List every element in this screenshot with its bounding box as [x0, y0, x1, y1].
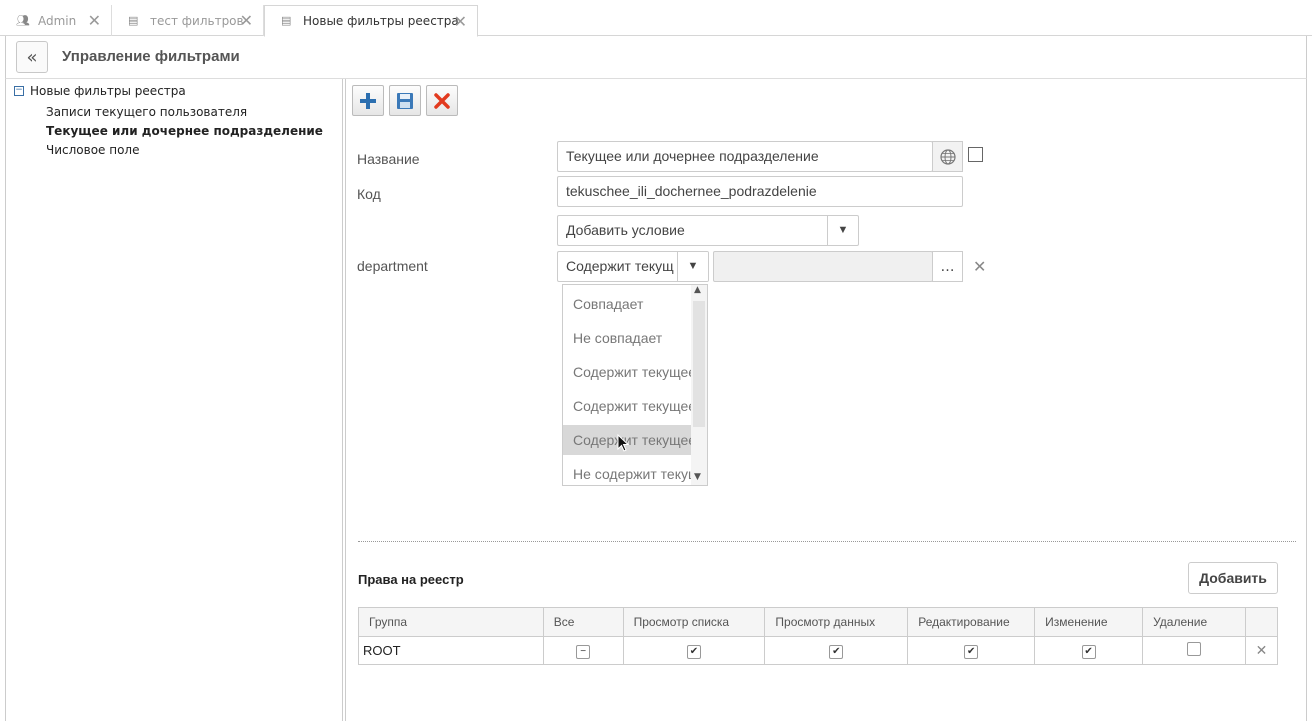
checked-checkbox[interactable]: ✔ [829, 644, 844, 659]
condition-operator-select[interactable]: Содержит текущ ▼ [557, 251, 709, 282]
dropdown-scrollbar[interactable]: ▲ ▼ [691, 285, 707, 485]
delete-button[interactable] [426, 85, 458, 116]
localization-button[interactable] [932, 141, 963, 172]
checked-checkbox[interactable]: ✔ [1081, 644, 1096, 659]
edit-cell: ✔ [907, 636, 1036, 665]
column-header-empty [1245, 607, 1278, 637]
tab-label: Новые фильтры реестра [303, 14, 459, 28]
add-condition-value: Добавить условие [566, 222, 685, 238]
tree-root[interactable]: − Новые фильтры реестра [14, 84, 186, 98]
condition-operator-value: Содержит текущ [566, 258, 674, 274]
filter-editor-panel: Название Текущее или дочернее подразделе… [345, 79, 1307, 721]
operator-dropdown: Совпадает Не совпадает Содержит текущее … [562, 284, 708, 486]
remove-row-icon[interactable]: ✕ [1256, 642, 1268, 658]
document-icon: ▤ [128, 13, 139, 27]
code-input[interactable]: tekuschee_ili_dochernee_podrazdelenie [557, 176, 963, 207]
name-checkbox[interactable] [968, 147, 983, 162]
unchecked-checkbox[interactable] [1187, 642, 1202, 656]
collapse-toggle-icon[interactable]: − [14, 86, 24, 96]
list-cell: ✔ [622, 636, 766, 665]
delete-cell [1142, 636, 1246, 665]
double-chevron-left-icon: « [26, 46, 38, 68]
tree-root-label: Новые фильтры реестра [30, 84, 186, 98]
tab-label: тест фильтров [150, 13, 244, 28]
scrollbar-thumb[interactable] [693, 301, 705, 427]
close-icon[interactable]: ✕ [240, 11, 253, 30]
checked-checkbox[interactable]: ✔ [964, 644, 979, 659]
name-input[interactable]: Текущее или дочернее подразделение [557, 141, 933, 172]
add-filter-button[interactable] [352, 85, 384, 116]
dropdown-option[interactable]: Не совпадает [563, 323, 693, 353]
data-cell: ✔ [764, 636, 909, 665]
filter-tree-panel: − Новые фильтры реестра Записи текущего … [5, 79, 343, 721]
column-header[interactable]: Изменение [1034, 607, 1144, 637]
scroll-down-icon[interactable]: ▼ [694, 472, 701, 482]
tab-admin[interactable]: 👥︎ Admin ✕ [0, 5, 112, 36]
group-cell: ROOT [358, 636, 544, 665]
table-header-row: Группа Все Просмотр списка Просмотр данн… [358, 607, 1278, 637]
close-icon[interactable]: ✕ [454, 12, 467, 31]
delete-x-icon [434, 92, 450, 109]
mouse-cursor-icon [617, 434, 629, 452]
checked-checkbox[interactable]: ✔ [686, 644, 701, 659]
tab-bar: 👥︎ Admin ✕ ▤ тест фильтров ✕ ▤ Новые фил… [0, 0, 1312, 37]
tab-filter-test[interactable]: ▤ тест фильтров ✕ [112, 5, 264, 36]
dropdown-option[interactable]: Совпадает [563, 289, 693, 319]
list-icon: ▤ [281, 14, 292, 27]
partial-checkbox[interactable]: − [576, 644, 591, 659]
dropdown-option[interactable]: Не содержит текущ [563, 459, 693, 485]
remove-condition-icon[interactable]: ✕ [973, 257, 986, 276]
tree-item-selected[interactable]: Текущее или дочернее подразделение [46, 124, 323, 138]
column-header[interactable]: Группа [358, 607, 544, 637]
users-icon: 👥︎ [16, 13, 30, 27]
tab-label: Admin [38, 13, 77, 28]
column-header[interactable]: Редактирование [907, 607, 1036, 637]
table-row: ROOT − ✔ ✔ ✔ ✔ ✕ [358, 636, 1278, 665]
remove-row-cell: ✕ [1245, 636, 1278, 665]
scroll-up-icon[interactable]: ▲ [694, 285, 701, 295]
page-header: « Управление фильтрами [5, 36, 1307, 79]
tree-item[interactable]: Записи текущего пользователя [46, 105, 247, 119]
column-header[interactable]: Просмотр данных [764, 607, 909, 637]
plus-icon [360, 92, 376, 109]
dropdown-option[interactable]: Содержит текущее [563, 391, 693, 421]
ellipsis-icon: … [940, 258, 955, 275]
rights-table: Группа Все Просмотр списка Просмотр данн… [358, 607, 1278, 665]
rights-title: Права на реестр [358, 572, 464, 587]
page-title: Управление фильтрами [62, 48, 240, 65]
tree-item[interactable]: Числовое поле [46, 143, 140, 157]
column-header[interactable]: Просмотр списка [622, 607, 766, 637]
code-label: Код [357, 186, 381, 202]
name-label: Название [357, 151, 420, 167]
close-icon[interactable]: ✕ [88, 11, 101, 30]
save-button[interactable] [389, 85, 421, 116]
collapse-button[interactable]: « [16, 41, 48, 73]
column-header[interactable]: Удаление [1142, 607, 1246, 637]
save-icon [397, 92, 413, 109]
condition-label: department [357, 258, 428, 274]
column-header[interactable]: Все [542, 607, 624, 637]
dropdown-option[interactable]: Содержит текущее [563, 357, 693, 387]
dropdown-arrow-icon: ▼ [827, 216, 858, 245]
add-right-button[interactable]: Добавить [1188, 562, 1278, 594]
all-cell: − [542, 636, 624, 665]
change-cell: ✔ [1034, 636, 1144, 665]
section-divider [358, 541, 1296, 542]
add-condition-select[interactable]: Добавить условие ▼ [557, 215, 859, 246]
tab-registry-filters[interactable]: ▤ Новые фильтры реестра ✕ [264, 5, 478, 37]
condition-value-input[interactable] [713, 251, 933, 282]
lookup-button[interactable]: … [932, 251, 963, 282]
dropdown-arrow-icon: ▼ [677, 252, 708, 281]
globe-icon [939, 148, 956, 165]
